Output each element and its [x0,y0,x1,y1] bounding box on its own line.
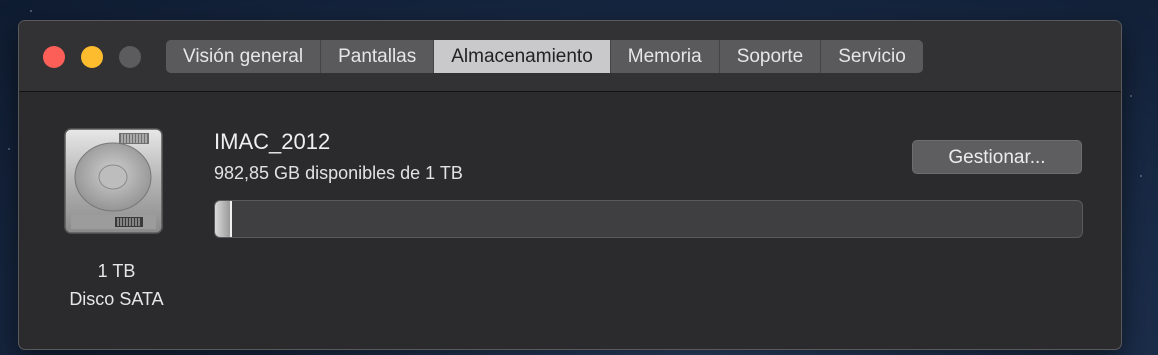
zoom-button [119,46,141,68]
tab-pantallas[interactable]: Pantallas [321,40,435,73]
storage-used-segment [215,201,232,237]
hard-drive-icon [64,128,163,234]
tab-soporte[interactable]: Soporte [719,40,822,73]
disk-type-label: Disco SATA [69,289,164,309]
storage-panel: 1 TB Disco SATA IMAC_2012 982,85 GB disp… [19,92,1121,349]
title-bar: Visión general Pantallas Almacenamiento … [19,21,1121,92]
close-button[interactable] [43,46,65,68]
tab-vision-general[interactable]: Visión general [166,40,322,73]
tab-almacenamiento[interactable]: Almacenamiento [434,40,611,73]
tab-bar: Visión general Pantallas Almacenamiento … [166,40,923,73]
manage-button[interactable]: Gestionar... [912,140,1082,174]
tab-memoria[interactable]: Memoria [610,40,720,73]
volume-name: IMAC_2012 [214,129,331,154]
storage-usage-bar [214,200,1083,238]
minimize-button[interactable] [81,46,103,68]
tab-servicio[interactable]: Servicio [821,40,923,73]
disk-size-label: 1 TB [97,261,136,281]
available-space-text: 982,85 GB disponibles de 1 TB [214,163,463,183]
about-this-mac-window: Visión general Pantallas Almacenamiento … [18,20,1122,350]
